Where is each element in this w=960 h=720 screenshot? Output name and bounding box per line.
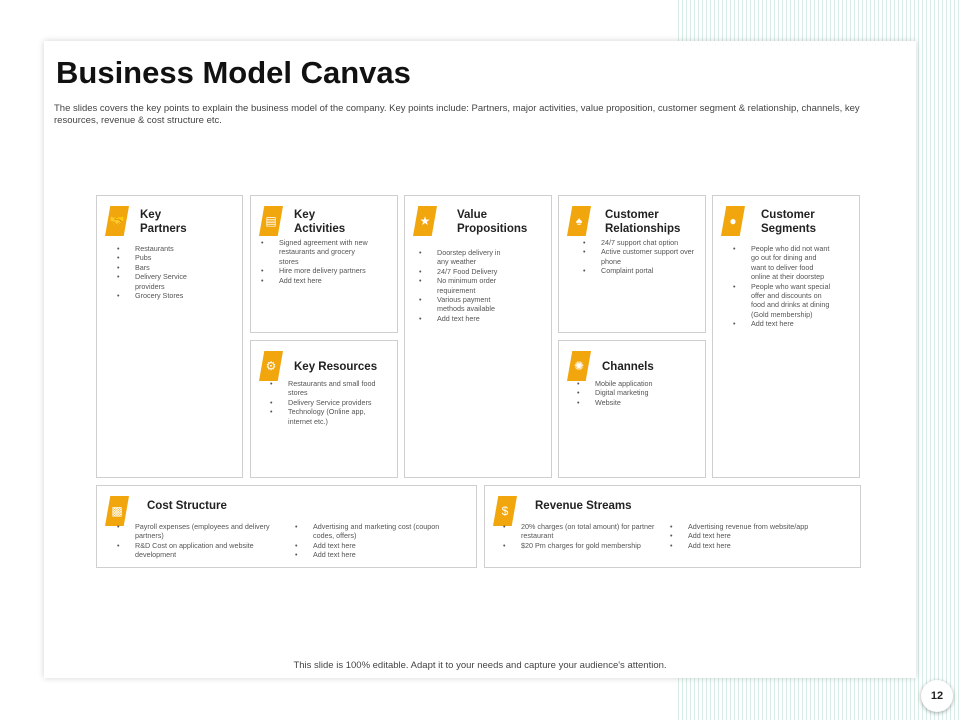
channels-heading: Channels xyxy=(602,361,654,373)
list-item: 24/7 support chat option xyxy=(583,238,701,248)
list-item: Pubs xyxy=(117,253,234,263)
list-item: Complaint portal xyxy=(583,266,701,276)
key-activities-box: ▤ Key Activities Signed agreement with n… xyxy=(250,195,398,333)
value-propositions-list: Doorstep delivery in any weather 24/7 Fo… xyxy=(419,248,513,324)
key-partners-list: Restaurants Pubs Bars Delivery Service p… xyxy=(117,244,234,301)
value-propositions-box: ★ Value Propositions Doorstep delivery i… xyxy=(404,195,552,478)
revenue-streams-box: $ Revenue Streams 20% charges (on total … xyxy=(484,485,861,568)
list-item: Technology (Online app, internet etc.) xyxy=(270,407,387,426)
cost-structure-heading: Cost Structure xyxy=(147,500,227,512)
value-propositions-heading: Value Propositions xyxy=(457,209,528,235)
cost-structure-list-right: Advertising and marketing cost (coupon c… xyxy=(295,522,460,560)
cost-structure-box: ▩ Cost Structure Payroll expenses (emplo… xyxy=(96,485,477,568)
list-item: Add text here xyxy=(670,541,845,551)
list-item: Add text here xyxy=(733,319,831,329)
page-title: Business Model Canvas xyxy=(56,55,411,90)
list-item: No minimum order requirement xyxy=(419,276,513,295)
list-item: 20% charges (on total amount) for partne… xyxy=(503,522,663,541)
revenue-streams-list-left: 20% charges (on total amount) for partne… xyxy=(503,522,663,551)
list-item: Various payment methods available xyxy=(419,295,513,314)
list-item: Add text here xyxy=(295,550,460,560)
list-item: Website xyxy=(577,398,697,408)
customer-segments-list: People who did not want go out for dinin… xyxy=(733,244,831,329)
hand-gift-icon: ★ xyxy=(413,206,437,236)
list-item: Advertising and marketing cost (coupon c… xyxy=(295,522,460,541)
list-item: Bars xyxy=(117,263,234,273)
key-activities-list: Signed agreement with new restaurants an… xyxy=(261,238,369,285)
key-resources-box: ⚙ Key Resources Restaurants and small fo… xyxy=(250,340,398,478)
clipboard-icon: ▤ xyxy=(259,206,283,236)
handshake-people-icon: ♠ xyxy=(567,206,591,236)
list-item: R&D Cost on application and website deve… xyxy=(117,541,289,560)
customer-relationships-box: ♠ Customer Relationships 24/7 support ch… xyxy=(558,195,706,333)
cost-structure-list-left: Payroll expenses (employees and delivery… xyxy=(117,522,289,560)
list-item: Restaurants xyxy=(117,244,234,254)
network-icon: ✺ xyxy=(567,351,591,381)
key-resources-heading: Key Resources xyxy=(294,361,378,373)
list-item: People who want special offer and discou… xyxy=(733,282,831,320)
list-item: Signed agreement with new restaurants an… xyxy=(261,238,369,266)
list-item: $20 Pm charges for gold membership xyxy=(503,541,663,551)
list-item: Payroll expenses (employees and delivery… xyxy=(117,522,289,541)
revenue-streams-list-right: Advertising revenue from website/app Add… xyxy=(670,522,845,551)
slide-description: The slides covers the key points to expl… xyxy=(54,103,860,126)
person-gear-icon: ⚙ xyxy=(259,351,283,381)
list-item: Restaurants and small food stores xyxy=(270,379,387,398)
customer-segments-heading: Customer Segments xyxy=(761,209,816,235)
revenue-streams-heading: Revenue Streams xyxy=(535,500,632,512)
slide: Business Model Canvas The slides covers … xyxy=(44,41,916,678)
list-item: Doorstep delivery in any weather xyxy=(419,248,513,267)
channels-box: ✺ Channels Mobile application Digital ma… xyxy=(558,340,706,478)
list-item: Mobile application xyxy=(577,379,697,389)
customer-relationships-list: 24/7 support chat option Active customer… xyxy=(583,238,701,276)
list-item: Delivery Service providers xyxy=(270,398,387,408)
key-resources-list: Restaurants and small food stores Delive… xyxy=(270,379,387,426)
list-item: 24/7 Food Delivery xyxy=(419,267,513,277)
customer-segments-box: ● Customer Segments People who did not w… xyxy=(712,195,860,478)
list-item: Active customer support over phone xyxy=(583,247,701,266)
list-item: Add text here xyxy=(261,276,369,286)
key-partners-box: 🤝 Key Partners Restaurants Pubs Bars Del… xyxy=(96,195,243,478)
list-item: Add text here xyxy=(419,314,513,324)
list-item: Delivery Service providers xyxy=(117,272,202,291)
person-icon: ● xyxy=(721,206,745,236)
key-partners-heading: Key Partners xyxy=(140,209,187,235)
list-item: Grocery Stores xyxy=(117,291,234,301)
slide-footer: This slide is 100% editable. Adapt it to… xyxy=(293,660,667,671)
channels-list: Mobile application Digital marketing Web… xyxy=(577,379,697,408)
list-item: Add text here xyxy=(295,541,460,551)
handshake-icon: 🤝 xyxy=(105,206,129,236)
list-item: Hire more delivery partners xyxy=(261,266,369,276)
page-number: 12 xyxy=(921,680,953,712)
list-item: People who did not want go out for dinin… xyxy=(733,244,831,282)
list-item: Advertising revenue from website/app xyxy=(670,522,845,532)
list-item: Add text here xyxy=(670,531,845,541)
list-item: Digital marketing xyxy=(577,388,697,398)
customer-relationships-heading: Customer Relationships xyxy=(605,209,681,235)
key-activities-heading: Key Activities xyxy=(294,209,346,235)
